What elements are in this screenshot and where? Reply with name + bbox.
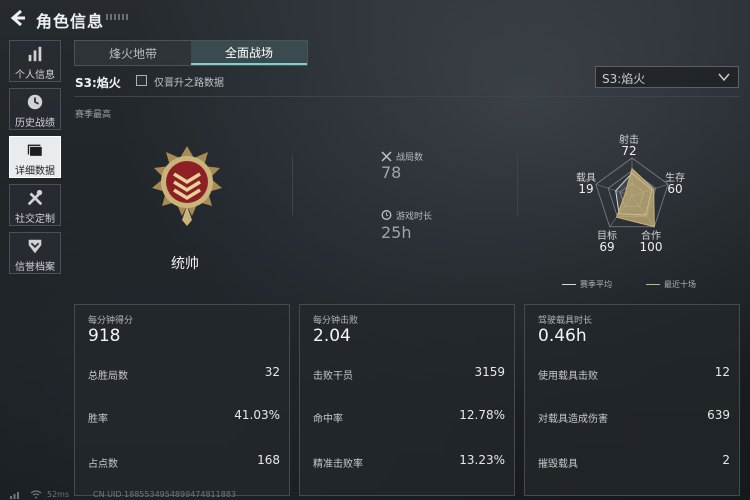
card-row: 精准击败率 13.23% [313,453,505,470]
rank-emblem-icon [152,146,222,226]
vertical-divider [292,155,293,215]
tab-full-scale-battle[interactable]: 全面战场 [191,41,307,65]
row-value: 12 [714,365,730,379]
promotion-only-checkbox[interactable] [136,75,147,86]
shield-rank-icon [28,239,42,254]
sidebar: 个人信息 历史战绩 详细数据 社交定制 信誉档案 [9,40,61,280]
radar-axis-value: 72 [621,144,637,158]
season-best-label: 赛季最高 [75,110,112,120]
card-value: 918 [88,326,121,346]
row-label: 使用载具击败 [538,371,598,382]
card-title: 每分钟得分 [88,316,134,326]
folder-icon [27,144,43,157]
legend-swatch [646,284,660,285]
season-dropdown[interactable]: S3:焰火 [595,66,739,88]
tab-hazard-zone[interactable]: 烽火地带 [75,41,191,65]
header-bar: 角色信息 [0,0,750,36]
radar-axis-value: 19 [578,182,594,196]
row-value: 2 [722,453,730,467]
card-row: 总胜局数 32 [88,365,280,382]
season-title: S3:焰火 [75,76,121,90]
mode-tabs: 烽火地带 全面战场 [74,40,308,66]
row-label: 击败干员 [313,371,353,382]
sidebar-item-profile[interactable]: 个人信息 [9,40,61,82]
signal-bars-icon [10,492,19,499]
matches-label: 战局数 [396,153,424,163]
bar-chart-icon [28,46,42,62]
sidebar-item-history[interactable]: 历史战绩 [9,88,61,130]
row-label: 精准击败率 [313,459,363,470]
row-value: 12.78% [459,408,505,422]
row-label: 命中率 [313,414,343,425]
card-row: 胜率 41.03% [88,408,280,425]
card-row: 占点数 168 [88,453,280,470]
sidebar-item-label: 历史战绩 [15,118,55,129]
stat-card-vehicle: 驾驶载具时长 0.46h 使用载具击败 12 对载具造成伤害 639 摧毁载具 … [524,304,740,496]
legend-label: 赛季平均 [580,280,612,289]
legend-label: 最近十场 [664,280,696,289]
sidebar-item-label: 社交定制 [15,214,55,225]
checkbox-label: 仅晋升之路数据 [154,78,224,89]
matches-value: 78 [381,163,402,182]
stat-card-kills: 每分钟击败 2.04 击败干员 3159 命中率 12.78% 精准击败率 13… [299,304,515,496]
sidebar-item-social[interactable]: 社交定制 [9,184,61,226]
legend-season-avg: 赛季平均 [562,279,612,290]
stat-card-score: 每分钟得分 918 总胜局数 32 胜率 41.03% 占点数 168 [74,304,290,496]
row-value: 3159 [474,365,505,379]
page-title: 角色信息 [36,12,105,31]
chevron-down-icon [718,73,730,82]
status-footer: 52ms CN UID 1885534954899474811883 [0,490,750,500]
row-value: 168 [257,453,280,467]
card-value: 0.46h [538,326,587,346]
card-title: 每分钟击败 [313,316,359,326]
sidebar-item-reputation[interactable]: 信誉档案 [9,232,61,274]
radar-axis-value: 60 [667,182,683,196]
playtime-label: 游戏时长 [396,212,433,222]
sidebar-item-label: 个人信息 [15,70,55,81]
tools-icon [27,189,43,206]
row-label: 摧毁载具 [538,459,578,470]
row-label: 胜率 [88,414,108,425]
back-arrow-icon[interactable] [8,8,28,28]
clock-icon [27,94,43,110]
vertical-divider [517,155,518,215]
row-label: 对载具造成伤害 [538,414,608,425]
card-value: 2.04 [313,326,351,346]
row-value: 13.23% [459,453,505,467]
legend-recent: 最近十场 [646,279,696,290]
row-label: 占点数 [88,459,118,470]
sidebar-item-detailed-data[interactable]: 详细数据 [9,136,61,178]
row-value: 32 [264,365,280,379]
playtime-value: 25h [381,223,412,242]
sidebar-item-label: 信誉档案 [15,262,55,273]
crossed-swords-icon [381,151,392,162]
row-value: 639 [707,408,730,422]
section-divider [74,96,740,97]
card-row: 命中率 12.78% [313,408,505,425]
radar-axis-value: 69 [599,240,615,254]
wifi-icon [30,490,42,499]
legend-swatch [562,284,576,285]
row-label: 总胜局数 [88,371,128,382]
title-decoration [106,14,130,20]
ping-text: 52ms [47,490,70,499]
stopwatch-icon [381,210,392,220]
sidebar-item-label: 详细数据 [15,166,55,177]
row-value: 41.03% [234,408,280,422]
card-row: 击败干员 3159 [313,365,505,382]
card-row: 对载具造成伤害 639 [538,408,730,425]
card-row: 摧毁载具 2 [538,453,730,470]
rank-name: 统帅 [171,256,199,272]
radar-axis-value: 100 [639,240,663,254]
card-title: 驾驶载具时长 [538,316,593,326]
season-dropdown-value: S3:焰火 [602,72,646,86]
uid-text: CN UID 1885534954899474811883 [93,490,237,499]
card-row: 使用载具击败 12 [538,365,730,382]
